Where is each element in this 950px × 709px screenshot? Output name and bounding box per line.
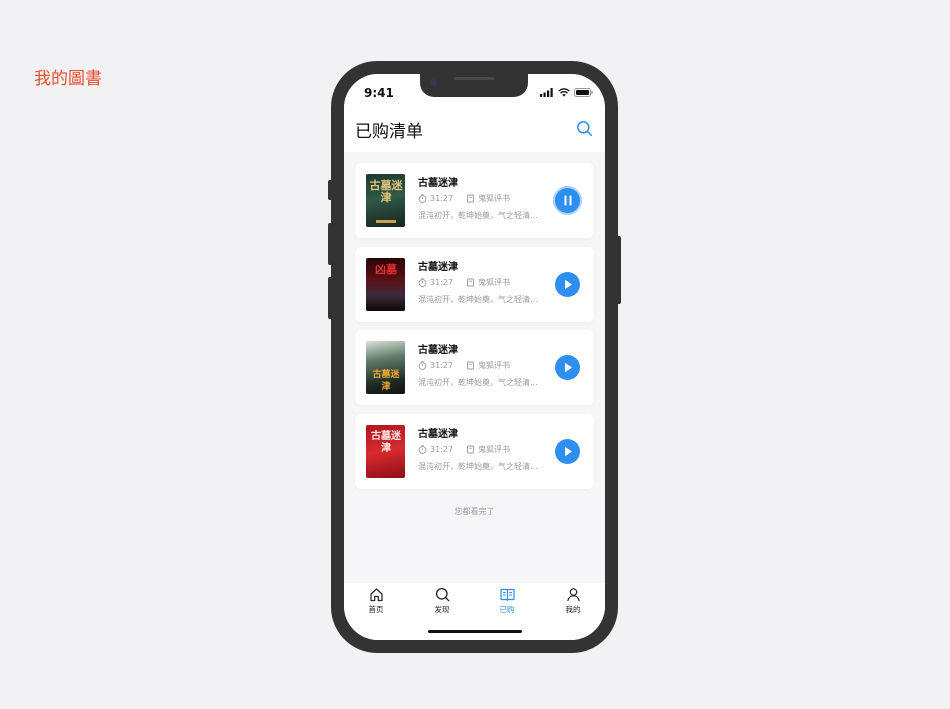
tab-purchased[interactable]: 已购 xyxy=(485,587,529,615)
list-item[interactable]: 凶墓 古墓迷津 31:27 鬼狐评书 混沌初开，乾坤始奠，气之轻清... xyxy=(355,246,594,322)
front-camera xyxy=(430,79,437,86)
book-description: 混沌初开，乾坤始奠，气之轻清... xyxy=(418,211,538,220)
search-icon[interactable] xyxy=(576,120,593,137)
mute-switch xyxy=(328,180,332,200)
clock-icon xyxy=(418,361,427,370)
book-cover: 凶墓 xyxy=(366,257,405,311)
tab-label: 首页 xyxy=(368,605,384,614)
notch xyxy=(420,74,528,97)
status-icons xyxy=(540,87,593,97)
book-cover: 古墓迷津 xyxy=(366,424,405,478)
volume-up-button xyxy=(328,223,332,265)
tab-label: 发现 xyxy=(434,605,450,614)
book-author: 鬼狐评书 xyxy=(478,444,511,454)
list-end-text: 您都看完了 xyxy=(454,507,495,516)
status-time: 9:41 xyxy=(364,86,394,100)
cover-text: 古墓迷津 xyxy=(371,430,401,454)
play-button[interactable] xyxy=(555,355,580,380)
play-icon xyxy=(564,279,572,289)
book-meta: 31:27 鬼狐评书 xyxy=(418,360,510,371)
pause-icon xyxy=(564,195,571,206)
book-icon xyxy=(499,588,515,601)
clock-icon xyxy=(418,194,427,203)
book-author: 鬼狐评书 xyxy=(478,194,511,203)
book-duration: 31:27 xyxy=(430,277,454,287)
book-cover: 古墓迷津 xyxy=(366,174,405,227)
book-title: 古墓迷津 xyxy=(418,345,458,356)
tab-label: 已购 xyxy=(499,605,515,614)
phone-frame: 9:41 已购清单 古墓迷津 古墓迷津 31:27 鬼狐评书 混沌初开，乾坤始奠… xyxy=(328,61,621,653)
cover-text: 凶墓 xyxy=(375,262,397,276)
power-button xyxy=(617,236,621,304)
wifi-icon xyxy=(558,88,570,97)
book-description: 混沌初开，乾坤始奠，气之轻清... xyxy=(418,294,538,304)
play-button[interactable] xyxy=(555,271,580,297)
list-item[interactable]: 古墓迷津 古墓迷津 31:27 鬼狐评书 混沌初开，乾坤始奠，气之轻清... xyxy=(355,163,594,238)
book-author: 鬼狐评书 xyxy=(478,277,511,287)
page-header: 已购清单 xyxy=(344,110,605,152)
search-icon xyxy=(435,587,449,602)
page-title: 已购清单 xyxy=(355,122,423,142)
book-author: 鬼狐评书 xyxy=(478,361,511,370)
phone-screen: 9:41 已购清单 古墓迷津 古墓迷津 31:27 鬼狐评书 混沌初开，乾坤始奠… xyxy=(344,74,605,640)
pause-button[interactable] xyxy=(555,188,580,213)
earpiece xyxy=(454,77,494,80)
author-icon xyxy=(467,361,475,370)
book-title: 古墓迷津 xyxy=(418,261,458,273)
clock-icon xyxy=(418,444,427,454)
home-indicator xyxy=(428,630,522,633)
author-icon xyxy=(467,445,475,453)
book-duration: 31:27 xyxy=(430,194,454,203)
book-description: 混沌初开，乾坤始奠，气之轻清... xyxy=(418,378,538,387)
volume-down-button xyxy=(328,277,332,319)
book-meta: 31:27 鬼狐评书 xyxy=(418,444,510,455)
play-icon xyxy=(564,362,572,373)
home-icon xyxy=(369,588,383,602)
book-title: 古墓迷津 xyxy=(418,178,458,189)
play-button[interactable] xyxy=(555,438,580,464)
tab-discover[interactable]: 发现 xyxy=(420,587,464,615)
author-icon xyxy=(467,278,475,286)
tab-me[interactable]: 我的 xyxy=(551,587,595,615)
clock-icon xyxy=(418,277,427,287)
book-meta: 31:27 鬼狐评书 xyxy=(418,277,510,288)
user-icon xyxy=(566,588,580,602)
cover-text: 古墓迷津 xyxy=(372,370,400,392)
book-meta: 31:27 鬼狐评书 xyxy=(418,193,510,204)
author-icon xyxy=(467,194,475,203)
page-label: 我的圖書 xyxy=(34,69,102,89)
purchased-list: 古墓迷津 古墓迷津 31:27 鬼狐评书 混沌初开，乾坤始奠，气之轻清... 凶… xyxy=(355,163,594,497)
tab-label: 我的 xyxy=(565,605,581,614)
list-item[interactable]: 古墓迷津 古墓迷津 31:27 鬼狐评书 混沌初开，乾坤始奠，气之轻清... xyxy=(355,413,594,489)
cover-text: 古墓迷津 xyxy=(369,179,403,204)
battery-icon xyxy=(574,88,593,97)
book-duration: 31:27 xyxy=(430,361,454,370)
book-cover: 古墓迷津 xyxy=(366,341,405,394)
play-icon xyxy=(564,446,572,456)
list-item[interactable]: 古墓迷津 古墓迷津 31:27 鬼狐评书 混沌初开，乾坤始奠，气之轻清... xyxy=(355,330,594,405)
book-title: 古墓迷津 xyxy=(418,428,458,440)
book-description: 混沌初开，乾坤始奠，气之轻清... xyxy=(418,461,538,471)
tab-home[interactable]: 首页 xyxy=(354,587,398,615)
signal-icon xyxy=(540,88,553,97)
book-duration: 31:27 xyxy=(430,444,454,454)
